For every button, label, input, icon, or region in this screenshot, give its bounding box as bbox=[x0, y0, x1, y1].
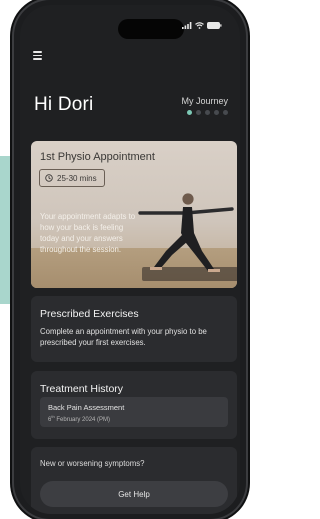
journey-step-dot bbox=[196, 110, 201, 115]
menu-icon[interactable] bbox=[33, 51, 42, 62]
my-journey-link[interactable]: My Journey bbox=[181, 96, 228, 106]
appointment-card[interactable]: 1st Physio Appointment 25-30 mins Your a… bbox=[31, 141, 237, 288]
appointment-title: 1st Physio Appointment bbox=[40, 151, 155, 163]
history-title: Treatment History bbox=[40, 383, 124, 395]
clock-icon bbox=[45, 174, 53, 182]
journey-progress bbox=[187, 110, 228, 115]
duration-text: 25-30 mins bbox=[57, 173, 97, 183]
journey-step-dot bbox=[214, 110, 219, 115]
symptoms-prompt: New or worsening symptoms? bbox=[40, 459, 145, 468]
yoga-pose-figure bbox=[138, 193, 237, 281]
journey-step-dot bbox=[223, 110, 228, 115]
get-help-button[interactable]: Get Help bbox=[40, 481, 228, 507]
symptoms-card: New or worsening symptoms? Get Help bbox=[31, 447, 237, 514]
status-bar bbox=[182, 22, 222, 29]
phone-frame: Hi Dori My Journey 1st Physio Appointmen… bbox=[14, 0, 246, 519]
journey-step-dot bbox=[205, 110, 210, 115]
exercises-body: Complete an appointment with your physio… bbox=[40, 327, 207, 348]
history-item[interactable]: Back Pain Assessment 6th February 2024 (… bbox=[40, 397, 228, 427]
journey-step-dot bbox=[187, 110, 192, 115]
prescribed-exercises-card[interactable]: Prescribed Exercises Complete an appoint… bbox=[31, 296, 237, 362]
history-item-date: 6th February 2024 (PM) bbox=[48, 414, 111, 423]
app-screen: Hi Dori My Journey 1st Physio Appointmen… bbox=[20, 5, 240, 514]
exercises-title: Prescribed Exercises bbox=[40, 308, 139, 320]
appointment-description: Your appointment adapts to how your back… bbox=[40, 212, 136, 255]
wifi-icon bbox=[195, 22, 204, 29]
greeting-title: Hi Dori bbox=[34, 94, 94, 115]
battery-icon bbox=[207, 22, 222, 29]
duration-badge: 25-30 mins bbox=[39, 169, 105, 187]
signal-icon bbox=[182, 22, 192, 29]
history-item-name: Back Pain Assessment bbox=[48, 403, 125, 412]
dynamic-island bbox=[118, 19, 184, 39]
treatment-history-card: Treatment History Back Pain Assessment 6… bbox=[31, 371, 237, 439]
